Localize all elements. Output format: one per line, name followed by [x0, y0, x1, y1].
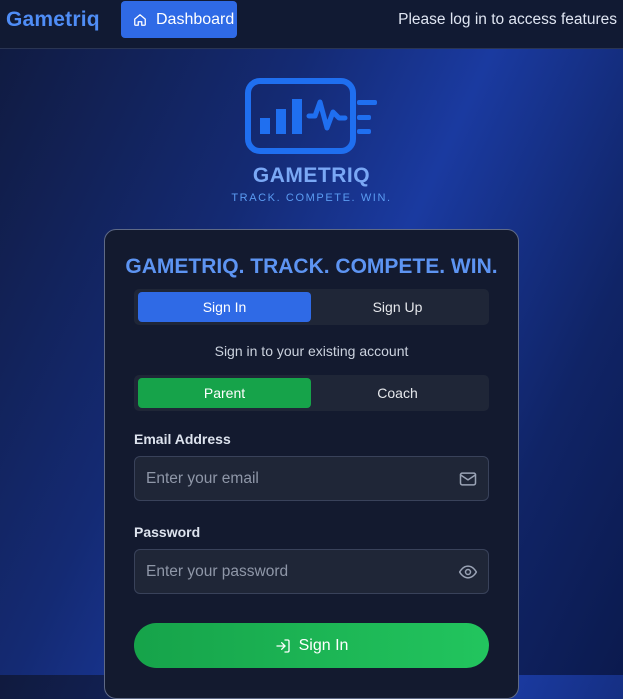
tab-sign-in[interactable]: Sign In [138, 292, 311, 322]
role-parent-tab[interactable]: Parent [138, 378, 311, 408]
email-label: Email Address [134, 431, 231, 447]
password-field-wrapper [134, 549, 489, 594]
role-toggle: Parent Coach [134, 375, 489, 411]
tab-sign-up[interactable]: Sign Up [311, 292, 484, 322]
login-icon [275, 638, 290, 653]
role-coach-tab[interactable]: Coach [311, 378, 484, 408]
password-label: Password [134, 524, 201, 540]
mail-icon [459, 472, 477, 486]
auth-mode-toggle: Sign In Sign Up [134, 289, 489, 325]
password-input[interactable] [135, 550, 445, 593]
sign-in-button[interactable]: Sign In [134, 623, 489, 668]
dashboard-button-label: Dashboard [156, 10, 235, 28]
gametriq-logo-icon [245, 78, 377, 154]
email-field-wrapper [134, 456, 489, 501]
home-icon [134, 13, 146, 26]
logo-tagline: TRACK. COMPETE. WIN. [231, 192, 392, 204]
dashboard-button[interactable]: Dashboard [121, 1, 237, 38]
email-input[interactable] [135, 457, 445, 500]
sign-in-button-label: Sign In [298, 636, 349, 654]
card-heading: GAMETRIQ. TRACK. COMPETE. WIN. [125, 255, 498, 278]
login-notice: Please log in to access features [398, 11, 617, 28]
login-card: GAMETRIQ. TRACK. COMPETE. WIN. Sign In S… [104, 229, 519, 699]
eye-icon[interactable] [458, 562, 478, 582]
brand-name[interactable]: Gametriq [6, 8, 100, 32]
logo-title: GAMETRIQ [252, 164, 371, 187]
sign-in-subtext: Sign in to your existing account [214, 343, 409, 359]
top-navbar: Gametriq Dashboard Please log in to acce… [0, 0, 623, 49]
